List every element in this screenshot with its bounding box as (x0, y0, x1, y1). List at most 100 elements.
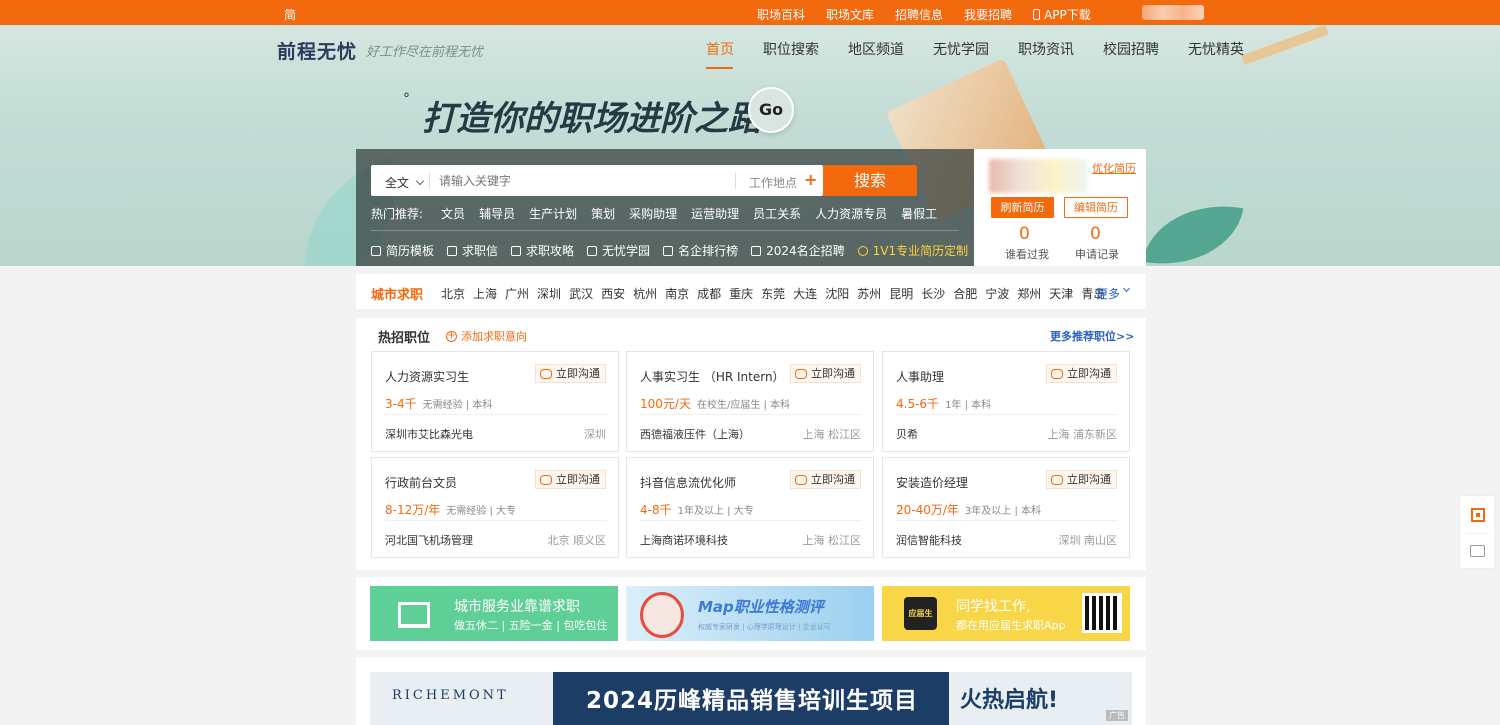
company-name[interactable]: 上海商诺环境科技 (640, 532, 728, 548)
hot-keyword[interactable]: 生产计划 (529, 205, 577, 222)
top-link-post-job[interactable]: 我要招聘 (964, 6, 1012, 23)
top-link-job-info[interactable]: 招聘信息 (895, 6, 943, 23)
salary-value: 4.5-6千 (896, 397, 940, 411)
tool-job-guide[interactable]: 求职攻略 (511, 242, 574, 259)
more-jobs-link[interactable]: 更多推荐职位>> (1050, 328, 1134, 344)
city-link[interactable]: 北京 (441, 285, 465, 302)
city-link[interactable]: 宁波 (985, 285, 1009, 302)
applied-count[interactable]: 0 (1090, 224, 1101, 244)
chat-now-button[interactable]: 立即沟通 (790, 364, 861, 383)
city-link[interactable]: 昆明 (889, 285, 913, 302)
hot-keyword[interactable]: 员工关系 (753, 205, 801, 222)
city-link[interactable]: 广州 (505, 285, 529, 302)
nav-item-region[interactable]: 地区频道 (848, 39, 904, 59)
job-card[interactable]: 人事助理 立即沟通 4.5-6千 1年 | 本科 贝希 上海 浦东新区 (882, 351, 1130, 452)
job-title[interactable]: 人事实习生 （HR Intern） (640, 368, 785, 385)
top-link-career-wiki[interactable]: 职场百科 (757, 6, 805, 23)
company-name[interactable]: 西德福液压件（上海） (640, 426, 750, 442)
hot-keyword[interactable]: 暑假工 (901, 205, 937, 222)
ad-banner[interactable]: RICHEMONT 2024历峰精品销售培训生项目 火热启航! 广告 (370, 672, 1132, 725)
tool-resume-template[interactable]: 简历模板 (371, 242, 434, 259)
nav-item-job-search[interactable]: 职位搜索 (763, 39, 819, 59)
optimize-resume-link[interactable]: 优化简历 (1092, 160, 1136, 176)
add-intent-link[interactable]: + 添加求职意向 (446, 328, 527, 344)
hot-keyword[interactable]: 人力资源专员 (815, 205, 887, 222)
city-link[interactable]: 西安 (601, 285, 625, 302)
ad-tag: 广告 (1106, 710, 1128, 721)
city-link[interactable]: 苏州 (857, 285, 881, 302)
city-link[interactable]: 东莞 (761, 285, 785, 302)
city-link[interactable]: 武汉 (569, 285, 593, 302)
company-name[interactable]: 深圳市艾比森光电 (385, 426, 473, 442)
hot-keyword[interactable]: 运营助理 (691, 205, 739, 222)
job-title[interactable]: 安装造价经理 (896, 474, 968, 491)
chat-now-button[interactable]: 立即沟通 (1046, 470, 1117, 489)
company-name[interactable]: 润信智能科技 (896, 532, 962, 548)
site-logo[interactable]: 前程无忧 (277, 37, 357, 64)
tool-company-ranking[interactable]: 名企排行榜 (663, 242, 738, 259)
search-type-select[interactable]: 全文 (385, 174, 425, 191)
city-link[interactable]: 上海 (473, 285, 497, 302)
job-title[interactable]: 行政前台文员 (385, 474, 457, 491)
hot-keyword[interactable]: 采购助理 (629, 205, 677, 222)
city-link[interactable]: 南京 (665, 285, 689, 302)
promo-banner-personality-test[interactable]: Map职业性格测评 权威专家研发 | 心理学原理设计 | 企业认可 (626, 586, 874, 641)
top-link-app-download[interactable]: APP下载 (1033, 6, 1112, 23)
refresh-resume-button[interactable]: 刷新简历 (991, 197, 1054, 218)
hot-keyword[interactable]: 辅导员 (479, 205, 515, 222)
job-card[interactable]: 人事实习生 （HR Intern） 立即沟通 100元/天 在校生/应届生 | 本… (626, 351, 874, 452)
user-account-menu[interactable] (1142, 5, 1204, 20)
tool-label: 简历模板 (386, 244, 435, 258)
nav-item-career-news[interactable]: 职场资讯 (1018, 39, 1074, 59)
nav-item-home[interactable]: 首页 (706, 39, 734, 59)
avatar[interactable] (989, 159, 1087, 193)
tool-cover-letter[interactable]: 求职信 (447, 242, 498, 259)
city-link[interactable]: 大连 (793, 285, 817, 302)
edit-resume-button[interactable]: 编辑简历 (1064, 197, 1128, 218)
tool-resume-custom[interactable]: 1V1专业简历定制 (857, 242, 968, 259)
promo-banner-service-jobs[interactable]: 城市服务业靠谱求职 做五休二 | 五险一金 | 包吃包住 (370, 586, 618, 641)
hot-keyword[interactable]: 文员 (441, 205, 465, 222)
more-cities-link[interactable]: 更多 (1096, 285, 1120, 302)
keyword-search-input[interactable] (439, 165, 729, 196)
job-card[interactable]: 安装造价经理 立即沟通 20-40万/年 3年及以上 | 本科 润信智能科技 深圳… (882, 457, 1130, 558)
tool-academy[interactable]: 无忧学园 (587, 242, 650, 259)
job-card[interactable]: 行政前台文员 立即沟通 8-12万/年 无需经验 | 大专 河北国飞机场管理 北京… (371, 457, 619, 558)
job-title[interactable]: 人事助理 (896, 368, 944, 385)
job-card[interactable]: 抖音信息流优化师 立即沟通 4-8千 1年及以上 | 大专 上海商诺环境科技 上海… (626, 457, 874, 558)
job-title[interactable]: 人力资源实习生 (385, 368, 469, 385)
chat-now-button[interactable]: 立即沟通 (1046, 364, 1117, 383)
hot-keyword[interactable]: 策划 (591, 205, 615, 222)
nav-item-elite[interactable]: 无忧精英 (1188, 39, 1244, 59)
top-link-career-library[interactable]: 职场文库 (826, 6, 874, 23)
city-link[interactable]: 深圳 (537, 285, 561, 302)
chat-now-button[interactable]: 立即沟通 (535, 470, 606, 489)
company-name[interactable]: 河北国飞机场管理 (385, 532, 473, 548)
city-link[interactable]: 重庆 (729, 285, 753, 302)
qr-code-icon[interactable] (1471, 508, 1485, 522)
city-link[interactable]: 天津 (1049, 285, 1073, 302)
add-location-icon[interactable]: + (804, 170, 817, 189)
chat-now-button[interactable]: 立即沟通 (790, 470, 861, 489)
nav-item-academy[interactable]: 无忧学园 (933, 39, 989, 59)
banner-subtitle: 做五休二 | 五险一金 | 包吃包住 (454, 619, 608, 632)
chat-now-button[interactable]: 立即沟通 (535, 364, 606, 383)
traditional-chinese-toggle[interactable]: 简 (284, 6, 296, 23)
tool-2024-hiring[interactable]: 2024名企招聘 (751, 242, 845, 259)
city-link[interactable]: 成都 (697, 285, 721, 302)
promo-banner-graduate-app[interactable]: 应届生 同学找工作, 都在用应届生求职App (882, 586, 1130, 641)
job-card[interactable]: 人力资源实习生 立即沟通 3-4千 无需经验 | 本科 深圳市艾比森光电 深圳 (371, 351, 619, 452)
feedback-icon[interactable] (1470, 545, 1485, 557)
company-name[interactable]: 贝希 (896, 426, 918, 442)
nav-item-campus[interactable]: 校园招聘 (1103, 39, 1159, 59)
city-link[interactable]: 合肥 (953, 285, 977, 302)
city-link[interactable]: 郑州 (1017, 285, 1041, 302)
city-link[interactable]: 杭州 (633, 285, 657, 302)
search-button[interactable]: 搜索 (823, 165, 917, 196)
viewed-count[interactable]: 0 (1019, 224, 1030, 244)
city-link[interactable]: 沈阳 (825, 285, 849, 302)
city-link[interactable]: 长沙 (921, 285, 945, 302)
job-title[interactable]: 抖音信息流优化师 (640, 474, 736, 491)
location-input[interactable]: 工作地点 (749, 174, 797, 191)
go-button[interactable]: Go (748, 87, 794, 133)
